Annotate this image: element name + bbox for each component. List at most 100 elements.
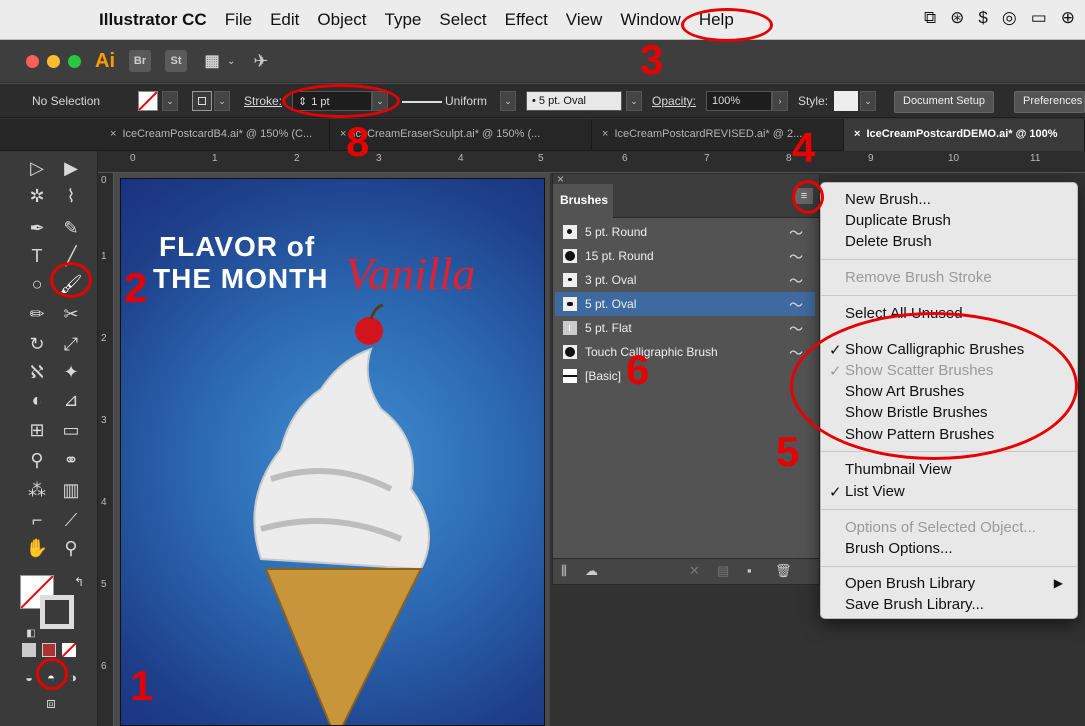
stroke-color-dropdown[interactable]: ⌄ [214,91,230,111]
brush-row[interactable]: 5 pt. Round 〜 [555,220,815,244]
brush-dropdown[interactable]: ⌄ [626,91,642,111]
menu-brush-options[interactable]: Brush Options... [845,540,953,557]
close-tab-icon[interactable]: × [854,128,860,140]
brush-row[interactable]: 3 pt. Oval 〜 [555,268,815,292]
brush-row[interactable]: [Basic] [555,364,815,388]
menu-effect[interactable]: Effect [496,10,557,30]
remove-stroke-icon[interactable]: ✕ [689,563,700,579]
stock-button[interactable]: St [165,50,187,72]
opacity-input[interactable]: 100% [706,91,772,111]
tab-icecream-demo[interactable]: × IceCreamPostcardDEMO.ai* @ 100% [844,119,1085,151]
new-brush-icon[interactable]: ▪ [747,563,752,578]
zoom-tool-icon[interactable]: ⚲ [56,535,86,561]
swap-colors-icon[interactable]: ↰ [64,569,94,595]
style-dropdown[interactable]: ⌄ [860,91,876,111]
screen-mode-icon[interactable]: ⧈ [36,691,66,717]
menu-options-selected-object[interactable]: Options of Selected Object... [845,519,1036,536]
eyedropper-tool-icon[interactable]: ⚲ [22,447,52,473]
brush-row[interactable]: 5 pt. Flat 〜 [555,316,815,340]
fill-swatch[interactable] [138,91,158,111]
arrange-documents-icon[interactable]: ▦ [201,50,223,72]
stroke-swatch[interactable] [192,91,212,111]
style-swatch[interactable] [834,91,858,111]
delete-brush-icon[interactable]: 🗑 [775,563,792,579]
close-window-button[interactable] [26,54,39,68]
creative-cloud-status-icon[interactable]: ⊛ [950,8,964,28]
menu-remove-brush-stroke[interactable]: Remove Brush Stroke [845,269,992,286]
hand-tool-icon[interactable]: ✋ [22,535,52,561]
menu-file[interactable]: File [216,10,261,30]
brush-definition[interactable]: • 5 pt. Oval [526,91,622,111]
gpu-rocket-icon[interactable]: ✈ [253,51,268,72]
menu-list-view[interactable]: ✓ List View [829,483,905,501]
brush-libraries-icon[interactable]: ⫼ [561,563,567,579]
stroke-profile[interactable]: Uniform [445,94,487,108]
gradient-mode-button[interactable] [42,643,56,657]
opacity-label[interactable]: Opacity: [652,94,696,108]
type-tool-icon[interactable]: T [22,243,52,269]
window-arrange-icon[interactable]: ⧉ [924,8,936,28]
blend-tool-icon[interactable]: ⚭ [56,447,86,473]
menu-view[interactable]: View [557,10,612,30]
stroke-label[interactable]: Stroke: [244,94,282,108]
tab-icecream-b4[interactable]: × IceCreamPostcardB4.ai* @ 150% (C... [100,119,330,151]
menu-new-brush[interactable]: New Brush... [845,191,931,208]
accessibility-icon[interactable]: ⊕ [1061,8,1075,28]
menu-app-name[interactable]: Illustrator CC [90,10,216,30]
menu-window[interactable]: Window [611,10,689,30]
menu-type[interactable]: Type [376,10,431,30]
chevron-down-icon[interactable]: ⌄ [227,56,235,67]
document-setup-button[interactable]: Document Setup [894,91,994,113]
creative-cloud-icon[interactable]: ◎ [1002,8,1017,28]
dollar-icon[interactable]: $ [978,8,987,28]
magic-wand-tool-icon[interactable]: ✲ [22,183,52,209]
preferences-button[interactable]: Preferences [1014,91,1085,113]
symbol-sprayer-tool-icon[interactable]: ⁂ [22,477,52,503]
rotate-tool-icon[interactable]: ↻ [22,331,52,357]
artboard[interactable]: FLAVOR of THE MONTH Vanilla [120,178,545,726]
none-mode-button[interactable] [61,642,77,658]
close-tab-icon[interactable]: × [602,128,608,140]
minimize-window-button[interactable] [47,54,60,68]
menu-edit[interactable]: Edit [261,10,308,30]
brush-row-selected[interactable]: 5 pt. Oval 〜 [555,292,815,316]
shape-builder-tool-icon[interactable]: ◐ [22,387,52,413]
column-graph-tool-icon[interactable]: ▥ [56,477,86,503]
lasso-tool-icon[interactable]: ⌇ [56,183,86,209]
selection-tool-icon[interactable]: ▶ [56,155,86,181]
curvature-tool-icon[interactable]: ✎ [56,215,86,241]
menu-delete-brush[interactable]: Delete Brush [845,233,932,250]
menu-thumbnail-view[interactable]: Thumbnail View [845,461,951,478]
mesh-tool-icon[interactable]: ⊞ [22,417,52,443]
perspective-grid-tool-icon[interactable]: ⊿ [56,387,86,413]
menu-duplicate-brush[interactable]: Duplicate Brush [845,212,951,229]
menu-open-brush-library[interactable]: Open Brush Library [845,575,975,592]
menu-object[interactable]: Object [308,10,375,30]
close-tab-icon[interactable]: × [110,128,116,140]
opacity-arrow[interactable]: › [772,91,788,111]
brushes-tab[interactable]: Brushes [553,184,613,218]
bridge-button[interactable]: Br [129,50,151,72]
brush-row[interactable]: Touch Calligraphic Brush 〜 [555,340,815,364]
artboard-tool-icon[interactable]: ⌐ [22,507,52,533]
color-mode-button[interactable] [22,643,36,657]
slice-tool-icon[interactable]: ⟋ [56,507,86,533]
menu-select[interactable]: Select [430,10,495,30]
libraries-panel-icon[interactable]: ☁ [585,563,598,579]
direct-selection-tool-icon[interactable]: ▷ [22,155,52,181]
scale-tool-icon[interactable]: ⤢ [56,331,86,357]
fill-dropdown[interactable]: ⌄ [162,91,178,111]
gradient-tool-icon[interactable]: ▭ [56,417,86,443]
profile-dropdown[interactable]: ⌄ [500,91,516,111]
pen-tool-icon[interactable]: ✒ [22,215,52,241]
airplay-icon[interactable]: ▭ [1031,8,1047,28]
brush-options-icon[interactable]: ▤ [717,563,729,579]
ellipse-tool-icon[interactable]: ○ [22,271,52,297]
width-tool-icon[interactable]: ℵ [22,359,52,385]
scissors-tool-icon[interactable]: ✂ [56,301,86,327]
menu-save-brush-library[interactable]: Save Brush Library... [845,596,984,613]
puppet-warp-tool-icon[interactable]: ✦ [56,359,86,385]
brush-row[interactable]: 15 pt. Round 〜 [555,244,815,268]
zoom-window-button[interactable] [68,54,81,68]
pencil-tool-icon[interactable]: ✏ [22,301,52,327]
